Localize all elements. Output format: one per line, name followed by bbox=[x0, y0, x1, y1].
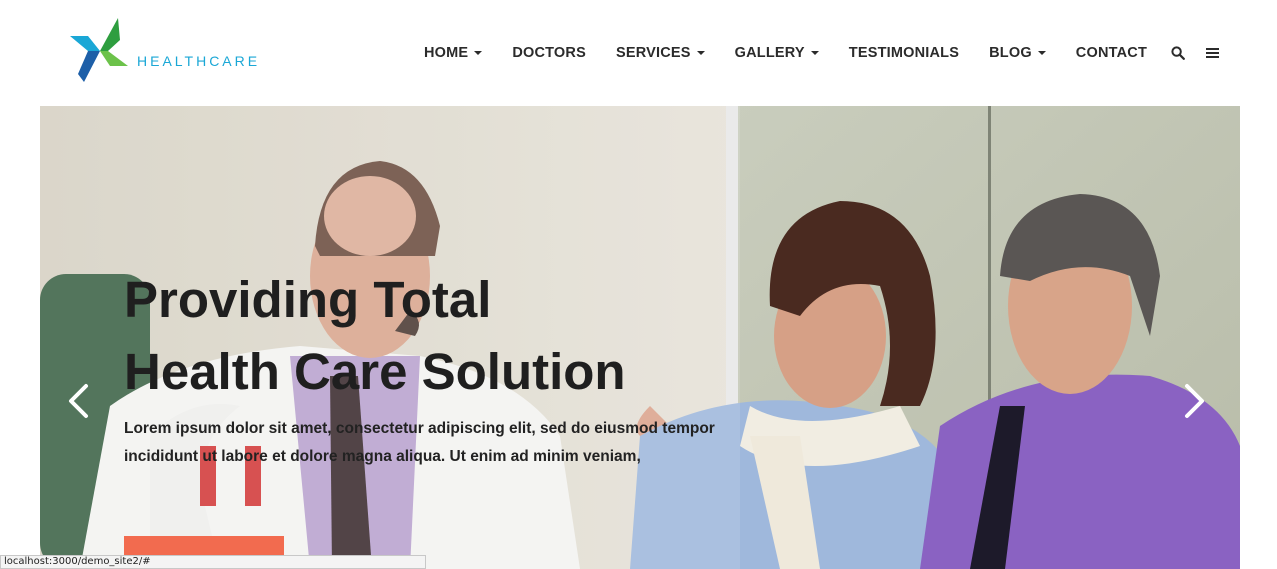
nav-item-gallery[interactable]: GALLERY bbox=[735, 45, 819, 61]
hero-title-line2: Health Care Solution bbox=[124, 343, 626, 400]
site-header: HEALTHCARE HOME DOCTORS SERVICES GALLERY… bbox=[0, 0, 1277, 106]
chevron-right-icon[interactable] bbox=[1180, 383, 1210, 419]
nav-item-services[interactable]: SERVICES bbox=[616, 45, 705, 61]
hero-slider: Providing Total Health Care Solution Lor… bbox=[40, 106, 1240, 569]
logo-icon bbox=[70, 18, 128, 82]
nav-label: GALLERY bbox=[734, 45, 805, 61]
nav-item-home[interactable]: HOME bbox=[424, 45, 483, 61]
browser-status-url: localhost:3000/demo_site2/# bbox=[0, 555, 426, 569]
main-nav: HOME DOCTORS SERVICES GALLERY TESTIMONIA… bbox=[424, 44, 1219, 62]
nav-label: CONTACT bbox=[1075, 45, 1147, 61]
nav-label: HOME bbox=[424, 45, 469, 61]
caret-down-icon bbox=[696, 51, 705, 55]
brand-name: HEALTHCARE bbox=[137, 53, 261, 69]
logo[interactable]: HEALTHCARE bbox=[70, 18, 257, 84]
nav-item-testimonials[interactable]: TESTIMONIALS bbox=[849, 45, 959, 61]
search-icon[interactable] bbox=[1171, 46, 1185, 60]
menu-icon[interactable] bbox=[1206, 47, 1219, 59]
nav-label: TESTIMONIALS bbox=[848, 45, 960, 61]
chevron-left-icon[interactable] bbox=[63, 383, 93, 419]
nav-label: SERVICES bbox=[615, 45, 691, 61]
caret-down-icon bbox=[474, 51, 483, 55]
hero-title: Providing Total Health Care Solution bbox=[124, 264, 744, 408]
nav-item-contact[interactable]: CONTACT bbox=[1076, 45, 1147, 61]
hero-title-line1: Providing Total bbox=[124, 271, 492, 328]
caret-down-icon bbox=[1037, 51, 1046, 55]
nav-label: DOCTORS bbox=[512, 45, 586, 61]
hero-description: Lorem ipsum dolor sit amet, consectetur … bbox=[124, 420, 715, 465]
nav-item-doctors[interactable]: DOCTORS bbox=[512, 45, 586, 61]
nav-label: BLOG bbox=[989, 45, 1032, 61]
caret-down-icon bbox=[810, 51, 819, 55]
nav-item-blog[interactable]: BLOG bbox=[989, 45, 1046, 61]
